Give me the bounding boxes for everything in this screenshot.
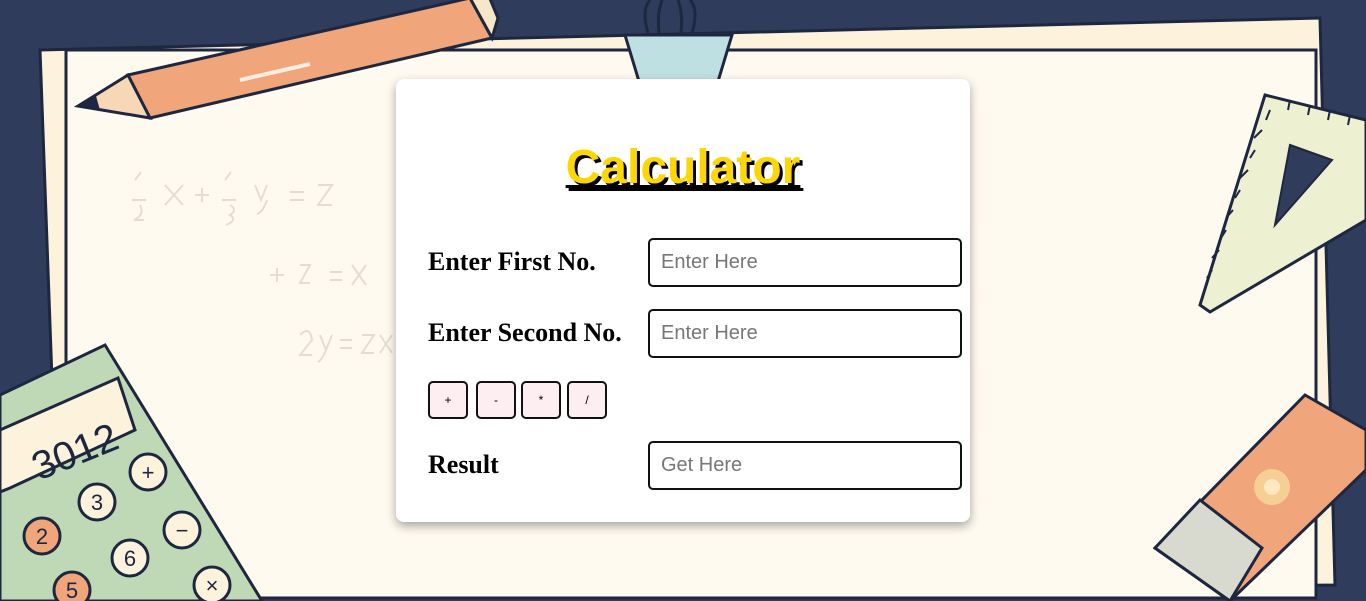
- second-number-label: Enter Second No.: [428, 318, 622, 347]
- svg-text:5: 5: [66, 578, 78, 601]
- svg-text:×: ×: [206, 573, 219, 598]
- subtract-button[interactable]: -: [476, 381, 516, 419]
- result-label: Result: [428, 450, 499, 479]
- add-button[interactable]: +: [428, 381, 468, 419]
- first-number-label: Enter First No.: [428, 247, 596, 276]
- second-number-input[interactable]: [648, 309, 962, 358]
- svg-text:−: −: [176, 518, 189, 543]
- divide-button[interactable]: /: [567, 381, 607, 419]
- svg-text:3: 3: [91, 490, 103, 515]
- svg-text:6: 6: [124, 546, 136, 571]
- svg-text:2: 2: [36, 524, 48, 549]
- multiply-button[interactable]: *: [521, 381, 561, 419]
- first-number-input[interactable]: [648, 238, 962, 287]
- result-output[interactable]: [648, 441, 962, 490]
- page-title: Calculator: [565, 141, 801, 194]
- svg-text:+: +: [142, 460, 155, 485]
